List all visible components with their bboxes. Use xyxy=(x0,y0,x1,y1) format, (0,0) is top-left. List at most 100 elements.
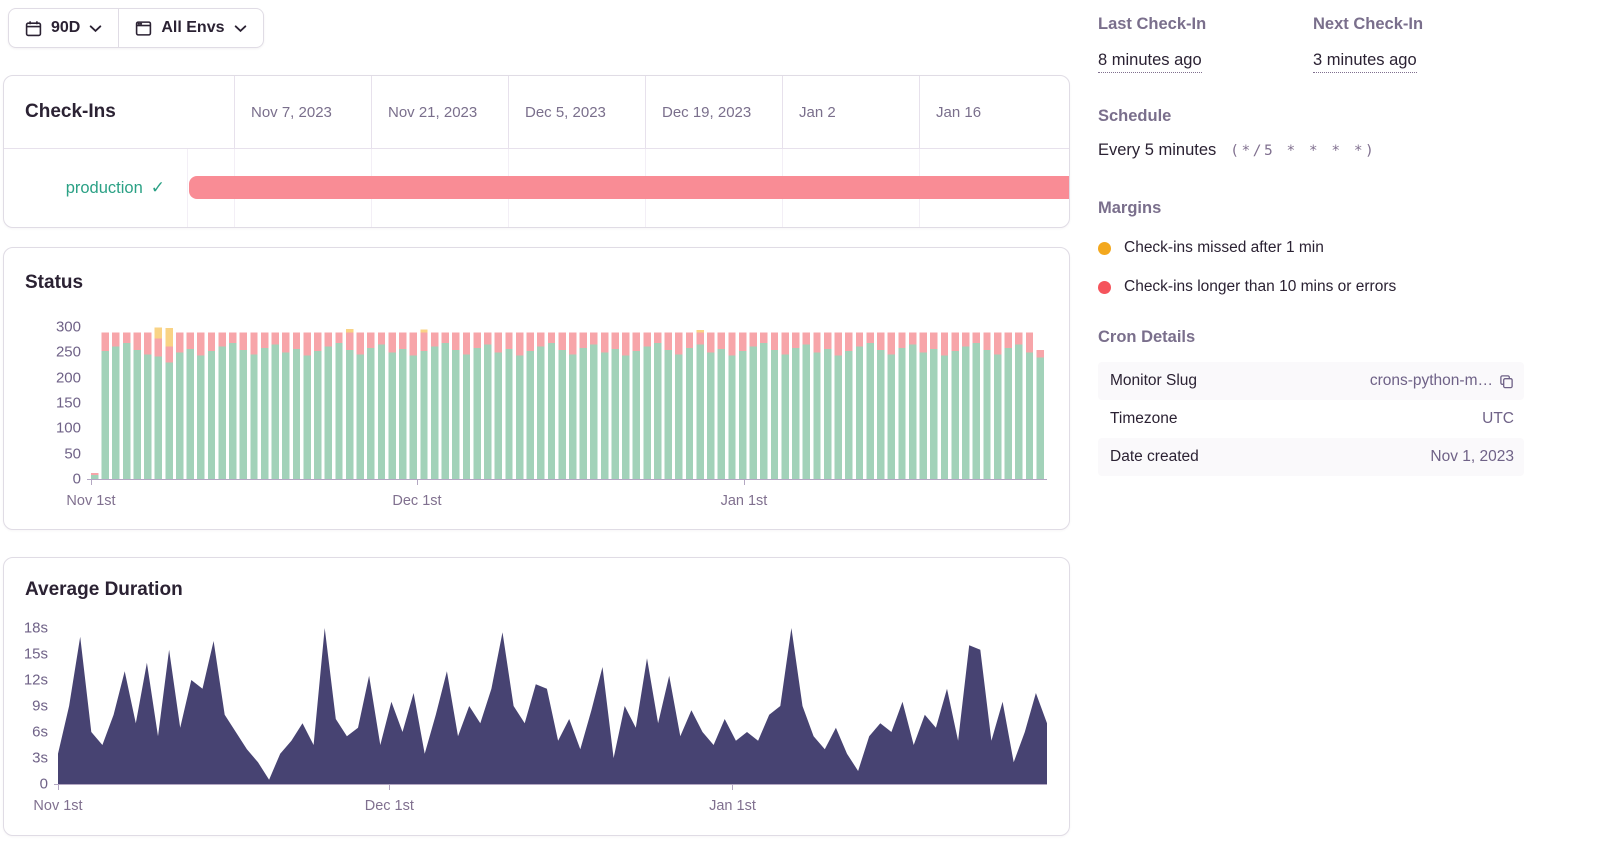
status-bar-segment xyxy=(207,332,216,351)
status-bar-segment xyxy=(165,346,173,363)
status-bar-segment xyxy=(823,348,832,479)
date-range-dropdown[interactable]: 90D xyxy=(9,9,118,47)
status-bar-segment xyxy=(1036,349,1044,358)
checkins-date-label: Jan 16 xyxy=(936,104,982,121)
last-checkin-heading: Last Check-In xyxy=(1098,15,1207,33)
status-x-tickmark xyxy=(416,480,418,485)
status-y-tick: 0 xyxy=(72,470,81,488)
cron-detail-key: Date created xyxy=(1110,448,1199,465)
status-bar-segment xyxy=(144,354,152,479)
status-bar-segment xyxy=(866,332,874,344)
checkins-panel: Check-Ins Nov 7, 2023 Nov 21, 2023 Dec 5, … xyxy=(3,75,1070,228)
status-bar-segment xyxy=(505,348,513,479)
status-bar-segment xyxy=(930,332,938,349)
duration-plot xyxy=(58,628,1047,784)
cron-details-heading: Cron Details xyxy=(1098,328,1196,346)
status-x-tick-label: Jan 1st xyxy=(720,493,768,509)
status-bar-segment xyxy=(452,332,460,350)
status-bar-segment xyxy=(101,332,110,351)
checkins-gridline xyxy=(645,76,646,149)
status-bar-segment xyxy=(898,347,906,479)
status-bar-segment xyxy=(197,355,205,479)
status-bar-segment xyxy=(122,343,131,479)
duration-x-tick-label: Nov 1st xyxy=(33,798,83,814)
status-bar-segment xyxy=(1015,344,1023,479)
status-bar-segment xyxy=(866,343,874,479)
status-bar-segment xyxy=(749,332,757,347)
status-bar-segment xyxy=(845,332,853,351)
duration-y-tick: 6s xyxy=(32,723,48,741)
duration-y-tick: 9s xyxy=(32,697,48,715)
status-x-tickmark xyxy=(91,480,92,485)
status-bar-segment xyxy=(951,332,959,351)
status-bar-segment xyxy=(738,350,747,479)
cron-detail-row: Monitor Slug crons-python-m… xyxy=(1098,362,1524,400)
duration-x-tickmark xyxy=(389,785,391,790)
status-x-tick-label: Nov 1st xyxy=(66,493,116,509)
status-bar-segment xyxy=(441,332,449,344)
status-bar-segment xyxy=(813,332,821,353)
status-x-tickmark xyxy=(743,480,745,485)
error-dot-icon xyxy=(1098,280,1111,294)
duration-x-axis xyxy=(54,784,1047,785)
status-bar-segment xyxy=(207,350,216,479)
status-bar-segment xyxy=(569,332,577,355)
environment-dropdown[interactable]: All Envs xyxy=(119,9,262,47)
checkins-date-label: Nov 7, 2023 xyxy=(251,104,332,121)
status-bar-segment xyxy=(292,348,301,479)
status-bar-segment xyxy=(91,472,99,475)
date-range-label: 90D xyxy=(51,19,81,36)
margins-heading: Margins xyxy=(1098,199,1162,217)
status-bar-segment xyxy=(367,347,375,479)
status-bar-segment xyxy=(175,332,184,353)
status-bar-segment xyxy=(271,332,279,345)
margins-block: Margins Check-ins missed after 1 min Chec… xyxy=(1098,199,1528,296)
filter-bar: 90D All Envs xyxy=(8,8,264,48)
status-bar-segment xyxy=(345,329,354,333)
status-bar-segment xyxy=(770,349,779,479)
status-x-axis xyxy=(87,479,1047,480)
status-bar-segment xyxy=(590,344,598,479)
status-bar-segment xyxy=(218,332,226,347)
status-bar-segment xyxy=(292,332,301,349)
status-bar-segment xyxy=(653,343,662,479)
status-bar-segment xyxy=(377,344,386,479)
status-y-tick: 50 xyxy=(64,445,81,463)
status-plot xyxy=(91,327,1044,479)
status-bar-segment xyxy=(367,332,375,348)
status-y-tick: 100 xyxy=(55,419,81,437)
status-y-tick: 300 xyxy=(55,318,81,336)
cron-detail-value: UTC xyxy=(1482,410,1514,428)
status-bar-segment xyxy=(420,350,428,479)
status-bar-segment xyxy=(409,332,418,356)
checkins-gridline xyxy=(919,76,920,149)
status-bar-segment xyxy=(962,346,970,479)
status-bar-segment xyxy=(186,348,194,479)
checkins-timeline-grid: Nov 7, 2023 Nov 21, 2023 Dec 5, 2023 Dec 19… xyxy=(187,76,1069,227)
status-bar-segment xyxy=(420,332,428,351)
status-bar-segment xyxy=(908,344,917,479)
status-bar-segment xyxy=(685,332,694,348)
cron-detail-key: Timezone xyxy=(1110,410,1178,427)
duration-chart: 18s 15s 12s 9s 6s 3s 0 Nov 1st Dec 1st Jan 1st xyxy=(4,558,1069,835)
status-bar-segment xyxy=(951,350,959,479)
status-bar-segment xyxy=(430,332,439,347)
status-bar-segment xyxy=(388,352,396,479)
copy-icon[interactable] xyxy=(1499,374,1514,389)
status-bar-segment xyxy=(239,349,248,479)
status-bar-segment xyxy=(399,332,407,349)
last-checkin-value: 8 minutes ago xyxy=(1098,51,1202,73)
environment-label: All Envs xyxy=(161,19,225,36)
status-bar-segment xyxy=(250,354,258,479)
environment-row-label[interactable]: production ✓ xyxy=(4,149,187,227)
cron-detail-value-text: UTC xyxy=(1482,410,1514,427)
next-checkin-heading: Next Check-In xyxy=(1313,15,1424,33)
status-bar-segment xyxy=(781,354,789,479)
status-bar-segment xyxy=(877,332,885,350)
details-sidebar: Last Check-In 8 minutes ago Next Check-I… xyxy=(1098,0,1528,853)
status-bar-segment xyxy=(579,332,588,348)
schedule-value: Every 5 minutes xyxy=(1098,141,1217,159)
status-bar-segment xyxy=(537,346,545,479)
status-bar-segment xyxy=(112,346,120,479)
status-bar-segment xyxy=(877,349,885,479)
